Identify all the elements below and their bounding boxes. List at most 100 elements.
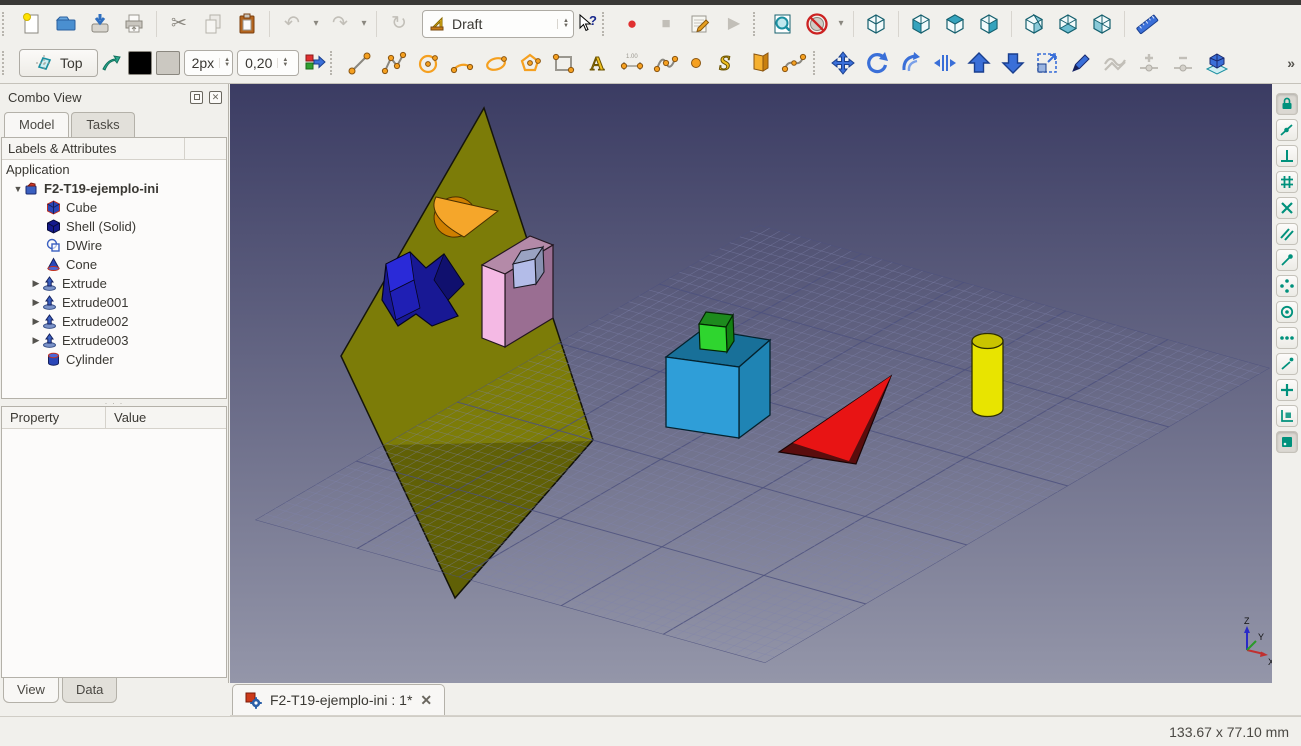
- draft-offset-button[interactable]: [894, 48, 928, 78]
- draft-circle-button[interactable]: [411, 48, 445, 78]
- snap-special-button[interactable]: [1275, 275, 1298, 297]
- value-column-header[interactable]: Value: [106, 407, 226, 428]
- face-color-swatch[interactable]: [155, 50, 180, 75]
- panel-float-icon[interactable]: [190, 90, 203, 104]
- scale-spin[interactable]: ▲ ▼: [277, 57, 288, 68]
- draft-add-point-button[interactable]: [1132, 48, 1166, 78]
- save-button[interactable]: [83, 9, 117, 39]
- view-axonometric-button[interactable]: [859, 9, 893, 39]
- scale-spinbox[interactable]: 0,20 ▲ ▼: [237, 49, 300, 76]
- redo-dropdown[interactable]: ▾: [357, 18, 371, 29]
- snap-grid-button[interactable]: [1275, 171, 1298, 193]
- tree-item-cylinder[interactable]: Cylinder: [2, 350, 226, 369]
- paste-button[interactable]: [230, 9, 264, 39]
- toolbar-handle[interactable]: [753, 11, 760, 36]
- tree-item-cone[interactable]: Cone: [2, 255, 226, 274]
- tab-view[interactable]: View: [3, 678, 59, 703]
- green-cube-object[interactable]: [698, 311, 735, 354]
- expander-closed-icon[interactable]: ▶: [30, 335, 42, 346]
- expander-closed-icon[interactable]: ▶: [30, 278, 42, 289]
- tree-item-document[interactable]: ▼ F2-T19-ejemplo-ini: [2, 179, 226, 198]
- expander-open-icon[interactable]: ▼: [12, 184, 24, 194]
- toolbar-overflow-button[interactable]: »: [1287, 55, 1295, 71]
- tree-item-application[interactable]: Application: [2, 160, 226, 179]
- draft-facebinder-button[interactable]: [743, 48, 777, 78]
- draft-scale-button[interactable]: [1030, 48, 1064, 78]
- new-file-button[interactable]: [15, 9, 49, 39]
- draft-point-button[interactable]: [683, 48, 709, 78]
- workbench-selector-spin[interactable]: ▲ ▼: [557, 18, 569, 29]
- redo-button[interactable]: ↷: [323, 9, 357, 39]
- toolbar-handle[interactable]: [602, 11, 609, 36]
- snap-parallel-button[interactable]: [1275, 223, 1298, 245]
- snap-angle-button[interactable]: [1275, 353, 1298, 375]
- tab-model[interactable]: Model: [4, 112, 70, 137]
- snap-endpoint-button[interactable]: [1275, 249, 1298, 271]
- snap-midpoint-button[interactable]: [1275, 119, 1298, 141]
- property-column-header[interactable]: Property: [2, 407, 106, 428]
- draw-style-button[interactable]: [800, 9, 834, 39]
- panel-close-icon[interactable]: ✕: [209, 90, 222, 104]
- document-tab[interactable]: F2-T19-ejemplo-ini : 1* ✕: [232, 684, 446, 715]
- measure-button[interactable]: [1130, 9, 1164, 39]
- draft-dimension-button[interactable]: 1.00: [615, 48, 649, 78]
- workbench-selector[interactable]: Draft ▲ ▼: [422, 9, 574, 38]
- tree-item-shell[interactable]: Shell (Solid): [2, 217, 226, 236]
- view-rear-button[interactable]: [1017, 9, 1051, 39]
- open-button[interactable]: [49, 9, 83, 39]
- draft-arc-button[interactable]: [445, 48, 479, 78]
- whats-this-button[interactable]: ?: [574, 9, 600, 39]
- snap-intersection-button[interactable]: [1275, 197, 1298, 219]
- view-front-button[interactable]: [904, 9, 938, 39]
- draft-line-button[interactable]: [343, 48, 377, 78]
- expander-closed-icon[interactable]: ▶: [30, 316, 42, 327]
- tree-item-extrude001[interactable]: ▶ Extrude001: [2, 293, 226, 312]
- draft-rectangle-button[interactable]: [547, 48, 581, 78]
- snap-working-plane-button[interactable]: [1275, 405, 1298, 427]
- snap-center-button[interactable]: [1275, 301, 1298, 323]
- draft-move-button[interactable]: [826, 48, 860, 78]
- view-bottom-button[interactable]: [1051, 9, 1085, 39]
- draft-delete-point-button[interactable]: [1166, 48, 1200, 78]
- tree-item-extrude[interactable]: ▶ Extrude: [2, 274, 226, 293]
- draft-downgrade-button[interactable]: [996, 48, 1030, 78]
- draft-wire-to-bspline-button[interactable]: [1098, 48, 1132, 78]
- draft-ellipse-button[interactable]: [479, 48, 513, 78]
- tree-item-extrude003[interactable]: ▶ Extrude003: [2, 331, 226, 350]
- undo-button[interactable]: ↶: [275, 9, 309, 39]
- view-right-button[interactable]: [972, 9, 1006, 39]
- undo-dropdown[interactable]: ▾: [309, 18, 323, 29]
- snap-lock-button[interactable]: [1275, 93, 1298, 115]
- working-plane-button[interactable]: Top: [19, 48, 98, 77]
- toolbar-handle[interactable]: [2, 50, 9, 75]
- tab-tasks[interactable]: Tasks: [71, 112, 135, 137]
- draft-trimex-button[interactable]: [928, 48, 962, 78]
- toolbar-handle[interactable]: [2, 11, 9, 36]
- draft-polygon-button[interactable]: [513, 48, 547, 78]
- line-width-spinbox[interactable]: 2px ▲ ▼: [183, 49, 234, 76]
- macro-stop-button[interactable]: ■: [649, 9, 683, 39]
- draft-text-button[interactable]: A: [581, 48, 615, 78]
- tree-item-dwire[interactable]: DWire: [2, 236, 226, 255]
- tab-data[interactable]: Data: [61, 678, 118, 703]
- draft-bezier-button[interactable]: [777, 48, 811, 78]
- macro-record-button[interactable]: ●: [615, 9, 649, 39]
- view-left-button[interactable]: [1085, 9, 1119, 39]
- snap-near-button[interactable]: [1275, 327, 1298, 349]
- macro-edit-button[interactable]: [683, 9, 717, 39]
- snap-dimensions-button[interactable]: [1275, 431, 1298, 453]
- draft-rotate-button[interactable]: [860, 48, 894, 78]
- panel-splitter[interactable]: · · ·: [0, 398, 228, 408]
- macro-play-button[interactable]: ▶: [717, 9, 751, 39]
- snap-ortho-button[interactable]: [1275, 379, 1298, 401]
- print-button[interactable]: [117, 9, 151, 39]
- draw-style-dropdown[interactable]: ▾: [834, 18, 848, 29]
- view-top-button[interactable]: [938, 9, 972, 39]
- toolbar-handle[interactable]: [330, 50, 337, 75]
- draft-to-sketch-button[interactable]: [1200, 48, 1234, 78]
- autogroup-button[interactable]: [98, 48, 124, 78]
- line-width-spin[interactable]: ▲ ▼: [219, 57, 230, 68]
- draft-upgrade-button[interactable]: [962, 48, 996, 78]
- tree-header[interactable]: Labels & Attributes: [2, 138, 226, 160]
- yellow-cylinder-object[interactable]: [971, 332, 1004, 418]
